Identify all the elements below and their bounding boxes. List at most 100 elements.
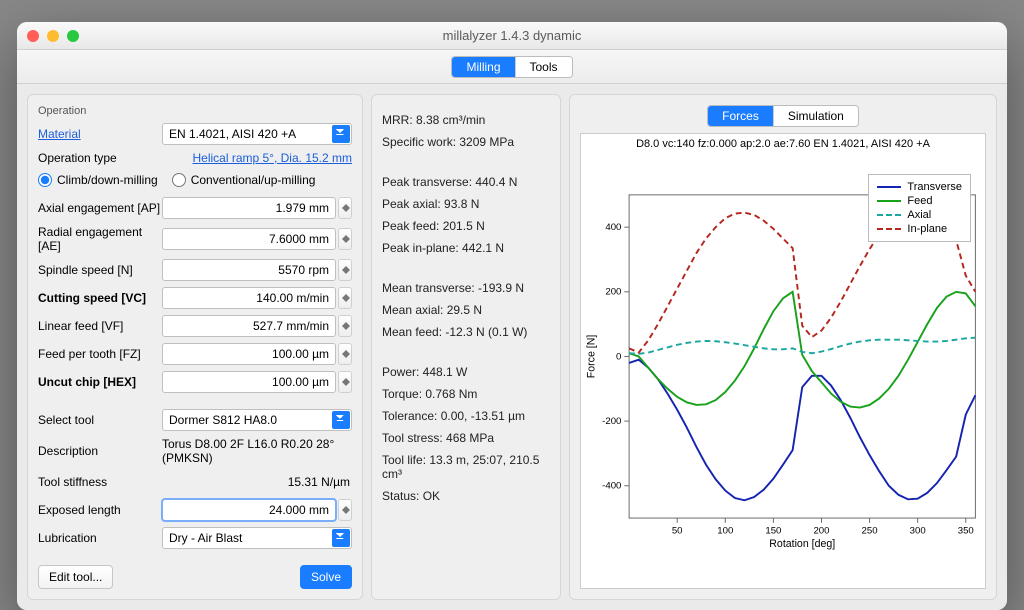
ap-label: Axial engagement [AP] <box>38 201 162 215</box>
chart-area: D8.0 vc:140 fz:0.000 ap:2.0 ae:7.60 EN 1… <box>580 133 986 589</box>
result-line: Mean feed: -12.3 N (0.1 W) <box>382 325 550 339</box>
ap-stepper[interactable] <box>338 197 352 219</box>
svg-text:100: 100 <box>717 525 733 536</box>
legend-item: Feed <box>877 195 962 207</box>
svg-text:-200: -200 <box>602 416 621 427</box>
result-line: Tool stress: 468 MPa <box>382 431 550 445</box>
material-link[interactable]: Material <box>38 127 162 141</box>
legend-item: In-plane <box>877 223 962 235</box>
legend-item: Axial <box>877 209 962 221</box>
result-line <box>382 347 550 357</box>
ae-label: Radial engagement [AE] <box>38 225 162 253</box>
ap-input[interactable] <box>162 197 336 219</box>
result-line: Mean transverse: -193.9 N <box>382 281 550 295</box>
tab-tools[interactable]: Tools <box>515 57 572 77</box>
tool-select-label: Select tool <box>38 413 162 427</box>
tool-desc-label: Description <box>38 444 162 458</box>
fz-label: Feed per tooth [FZ] <box>38 347 162 361</box>
vc-input[interactable] <box>162 287 336 309</box>
chart-title: D8.0 vc:140 fz:0.000 ap:2.0 ae:7.60 EN 1… <box>581 134 985 150</box>
result-line: Tolerance: 0.00, -13.51 µm <box>382 409 550 423</box>
result-line: Peak in-plane: 442.1 N <box>382 241 550 255</box>
result-line: Status: OK <box>382 489 550 503</box>
n-input[interactable] <box>162 259 336 281</box>
operation-panel: Operation Material EN 1.4021, AISI 420 +… <box>27 94 363 600</box>
svg-text:Force [N]: Force [N] <box>585 335 597 379</box>
vc-label: Cutting speed [VC] <box>38 291 162 305</box>
chevron-updown-icon <box>332 411 350 429</box>
window-title: millalyzer 1.4.3 dynamic <box>17 28 1007 43</box>
chart-panel: Forces Simulation D8.0 vc:140 fz:0.000 a… <box>569 94 997 600</box>
result-line <box>382 263 550 273</box>
chart-legend: Transverse Feed Axial In-plane <box>868 174 971 242</box>
svg-text:0: 0 <box>616 351 621 362</box>
exposed-stepper[interactable] <box>338 499 352 521</box>
content: Operation Material EN 1.4021, AISI 420 +… <box>17 84 1007 610</box>
main-tabs: Milling Tools <box>451 56 572 78</box>
material-select[interactable]: EN 1.4021, AISI 420 +A <box>162 123 352 145</box>
hex-label: Uncut chip [HEX] <box>38 375 162 389</box>
result-line: Tool life: 13.3 m, 25:07, 210.5 cm³ <box>382 453 550 481</box>
svg-text:Rotation [deg]: Rotation [deg] <box>769 538 835 550</box>
svg-text:200: 200 <box>813 525 829 536</box>
tab-forces[interactable]: Forces <box>708 106 773 126</box>
radio-conventional-input[interactable] <box>172 173 186 187</box>
svg-text:350: 350 <box>958 525 974 536</box>
result-line: Peak feed: 201.5 N <box>382 219 550 233</box>
svg-text:250: 250 <box>862 525 878 536</box>
tool-desc-value: Torus D8.00 2F L16.0 R0.20 28° (PMKSN) <box>162 437 352 465</box>
svg-text:50: 50 <box>672 525 683 536</box>
results-panel: MRR: 8.38 cm³/min Specific work: 3209 MPa… <box>371 94 561 600</box>
chevron-updown-icon <box>332 529 350 547</box>
radio-conventional[interactable]: Conventional/up-milling <box>172 173 316 187</box>
svg-text:150: 150 <box>765 525 781 536</box>
exposed-label: Exposed length <box>38 503 162 517</box>
result-line: Mean axial: 29.5 N <box>382 303 550 317</box>
result-line: Peak axial: 93.8 N <box>382 197 550 211</box>
op-type-link[interactable]: Helical ramp 5°, Dia. 15.2 mm <box>192 151 352 165</box>
lub-select[interactable]: Dry - Air Blast <box>162 527 352 549</box>
solve-button[interactable]: Solve <box>300 565 352 589</box>
tool-stiff-label: Tool stiffness <box>38 475 162 489</box>
hex-stepper[interactable] <box>338 371 352 393</box>
tab-milling[interactable]: Milling <box>452 57 514 77</box>
result-line: Power: 448.1 W <box>382 365 550 379</box>
radio-climb[interactable]: Climb/down-milling <box>38 173 158 187</box>
radio-climb-input[interactable] <box>38 173 52 187</box>
result-line: Peak transverse: 440.4 N <box>382 175 550 189</box>
vf-stepper[interactable] <box>338 315 352 337</box>
vf-label: Linear feed [VF] <box>38 319 162 333</box>
n-stepper[interactable] <box>338 259 352 281</box>
op-type-label: Operation type <box>38 151 117 165</box>
result-line <box>382 157 550 167</box>
exposed-input[interactable] <box>162 499 336 521</box>
vc-stepper[interactable] <box>338 287 352 309</box>
n-label: Spindle speed [N] <box>38 263 162 277</box>
titlebar: millalyzer 1.4.3 dynamic <box>17 22 1007 50</box>
fz-input[interactable] <box>162 343 336 365</box>
vf-input[interactable] <box>162 315 336 337</box>
main-toolbar: Milling Tools <box>17 50 1007 84</box>
svg-text:200: 200 <box>605 287 621 298</box>
material-value: EN 1.4021, AISI 420 +A <box>169 127 296 141</box>
result-line: Specific work: 3209 MPa <box>382 135 550 149</box>
svg-text:-400: -400 <box>602 481 621 492</box>
chart-tabs: Forces Simulation <box>707 105 859 127</box>
chevron-updown-icon <box>332 125 350 143</box>
lub-label: Lubrication <box>38 531 162 545</box>
app-window: millalyzer 1.4.3 dynamic Milling Tools O… <box>17 22 1007 610</box>
ae-stepper[interactable] <box>338 228 352 250</box>
fz-stepper[interactable] <box>338 343 352 365</box>
result-line: Torque: 0.768 Nm <box>382 387 550 401</box>
ae-input[interactable] <box>162 228 336 250</box>
svg-text:400: 400 <box>605 222 621 233</box>
legend-item: Transverse <box>877 181 962 193</box>
tab-simulation[interactable]: Simulation <box>773 106 858 126</box>
result-line: MRR: 8.38 cm³/min <box>382 113 550 127</box>
section-operation: Operation <box>38 105 352 117</box>
tool-stiff-value: 15.31 N/µm <box>162 475 352 489</box>
svg-text:300: 300 <box>910 525 926 536</box>
tool-select[interactable]: Dormer S812 HA8.0 <box>162 409 352 431</box>
hex-input[interactable] <box>162 371 336 393</box>
edit-tool-button[interactable]: Edit tool... <box>38 565 113 589</box>
